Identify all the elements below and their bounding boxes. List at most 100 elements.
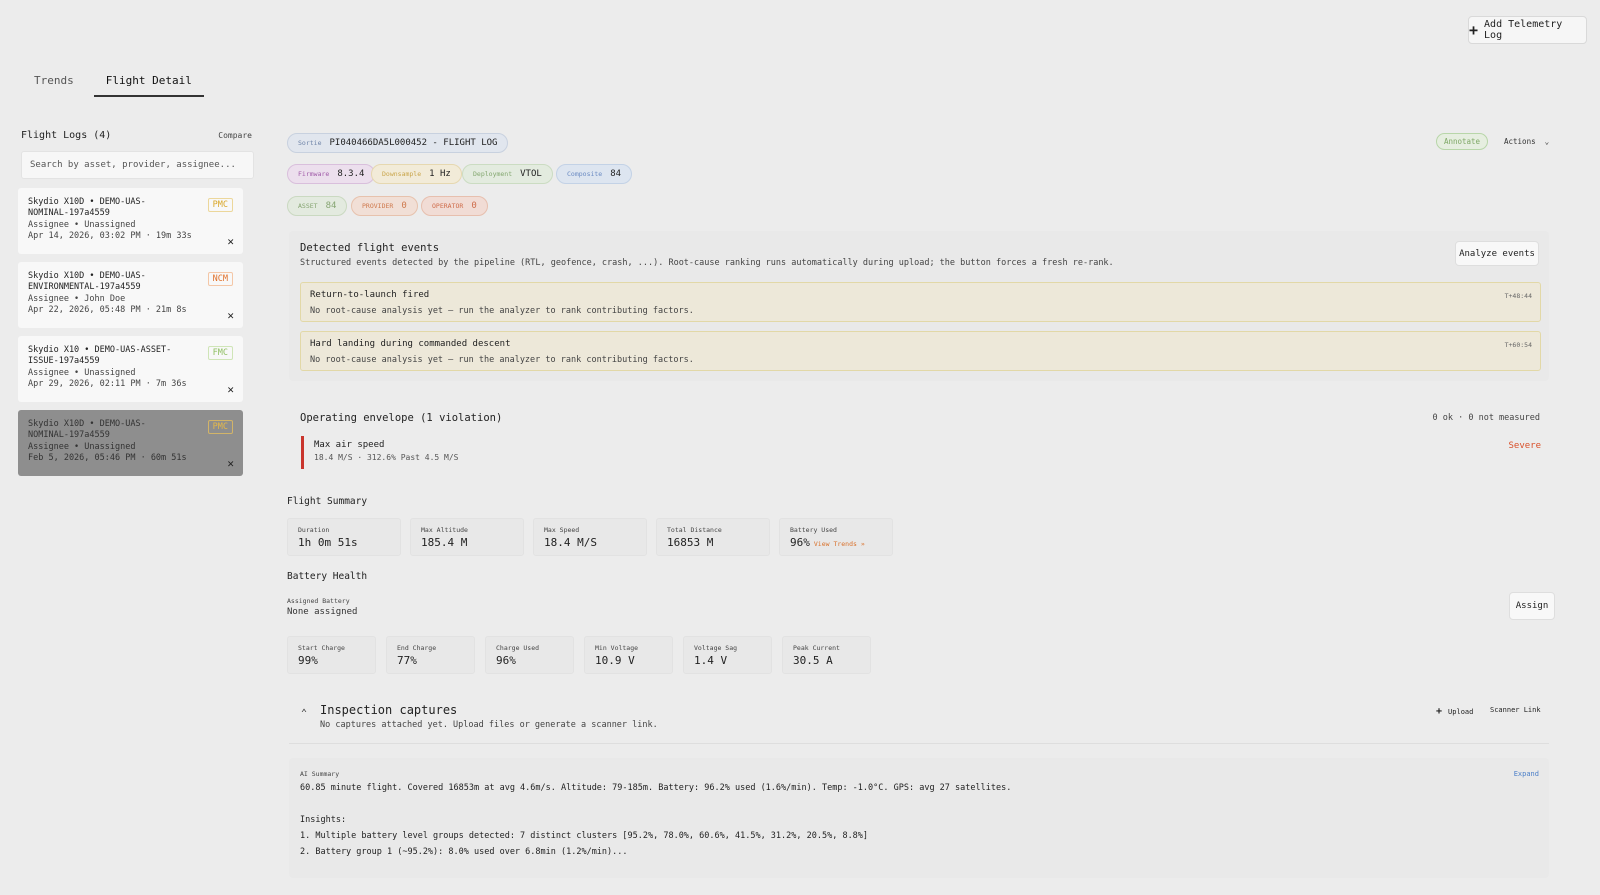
chevron-up-icon[interactable]: ⌃ — [301, 708, 307, 719]
battery-metric-start-charge: Start Charge 99% — [287, 636, 376, 674]
flight-log-card-selected[interactable]: Skydio X10D • DEMO-UAS-NOMINAL-197a4559 … — [18, 410, 243, 476]
upload-label: Upload — [1448, 708, 1474, 716]
inspection-captures-section: ⌃ Inspection captures No captures attach… — [289, 694, 1549, 744]
sortie-chip: Sortie PI040466DA5L000452 - FLIGHT LOG — [287, 133, 509, 153]
battery-metric-peak-current: Peak Current 30.5 A — [782, 636, 871, 674]
close-icon[interactable]: ✕ — [227, 235, 234, 248]
flight-log-card[interactable]: Skydio X10D • DEMO-UAS-NOMINAL-197a4559 … — [18, 188, 243, 254]
compare-button[interactable]: Compare — [218, 131, 252, 140]
violation-detail: 18.4 M/S · 312.6% Past 4.5 M/S — [314, 453, 459, 462]
flight-log-card[interactable]: Skydio X10D • DEMO-UAS-ENVIRONMENTAL-197… — [18, 262, 243, 328]
metric-label: Peak Current — [793, 644, 840, 652]
analyze-events-button[interactable]: Analyze events — [1455, 241, 1539, 266]
metric-value: 30.5 A — [793, 654, 833, 667]
metric-value: 96% — [790, 536, 810, 549]
battery-metric-end-charge: End Charge 77% — [386, 636, 475, 674]
metric-value: 77% — [397, 654, 417, 667]
assigned-battery-value: None assigned — [287, 607, 358, 617]
event-timestamp: T+48:44 — [1504, 292, 1532, 300]
plus-icon: + — [1469, 20, 1479, 39]
event-detail: No root-cause analysis yet — run the ana… — [310, 355, 694, 365]
operator-value: 0 — [471, 201, 477, 211]
ai-summary-panel: AI Summary Expand 60.85 minute flight. C… — [289, 758, 1549, 878]
actions-label: Actions — [1504, 137, 1536, 146]
upload-button[interactable]: + Upload — [1436, 706, 1473, 717]
metric-value: 1.4 V — [694, 654, 728, 667]
plus-icon: + — [1436, 706, 1449, 717]
metric-value: 18.4 M/S — [544, 536, 597, 549]
metric-label: Voltage Sag — [694, 644, 738, 652]
flight-log-list: Skydio X10D • DEMO-UAS-NOMINAL-197a4559 … — [18, 188, 254, 476]
violation-severity: Severe — [1508, 441, 1541, 451]
flight-log-assignee: Assignee • John Doe — [28, 294, 126, 304]
metric-duration: Duration 1h 0m 51s — [287, 518, 401, 556]
insight-item: 2. Battery group 1 (~95.2%): 8.0% used o… — [300, 847, 628, 857]
metric-label: Max Speed — [544, 526, 580, 534]
add-telemetry-log-button[interactable]: + Add Telemetry Log — [1468, 16, 1587, 44]
provider-score-chip: PROVIDER 0 — [351, 196, 418, 216]
firmware-value: 8.3.4 — [337, 169, 365, 179]
metric-value: 96% — [496, 654, 516, 667]
flight-summary-title: Flight Summary — [287, 496, 368, 507]
inspection-description: No captures attached yet. Upload files o… — [320, 720, 658, 730]
event-detail: No root-cause analysis yet — run the ana… — [310, 306, 694, 316]
expand-link[interactable]: Expand — [1514, 770, 1539, 778]
envelope-violation: Max air speed 18.4 M/S · 312.6% Past 4.5… — [301, 436, 1541, 469]
ai-summary-label: AI Summary — [300, 770, 340, 778]
flight-log-card[interactable]: Skydio X10 • DEMO-UAS-ASSET-ISSUE-197a45… — [18, 336, 243, 402]
event-timestamp: T+60:54 — [1504, 341, 1532, 349]
flight-log-assignee: Assignee • Unassigned — [28, 220, 136, 230]
metric-label: Duration — [298, 526, 330, 534]
metric-total-distance: Total Distance 16853 M — [656, 518, 770, 556]
close-icon[interactable]: ✕ — [227, 383, 234, 396]
chevron-down-icon: ⌄ — [1540, 137, 1550, 146]
flight-logs-sidebar: Flight Logs (4) Compare Skydio X10D • DE… — [18, 120, 254, 484]
flight-logs-title: Flight Logs (4) — [21, 129, 112, 141]
composite-chip: Composite 84 — [556, 164, 633, 184]
metric-label: Charge Used — [496, 644, 540, 652]
assign-battery-button[interactable]: Assign — [1509, 592, 1555, 620]
deployment-value: VTOL — [520, 169, 542, 179]
metric-label: Total Distance — [667, 526, 722, 534]
flight-log-title: Skydio X10D • DEMO-UAS-NOMINAL-197a4559 — [28, 419, 146, 440]
envelope-title: Operating envelope (1 violation) — [300, 412, 503, 424]
battery-metric-min-voltage: Min Voltage 10.9 V — [584, 636, 673, 674]
assigned-battery-label: Assigned Battery — [287, 597, 350, 605]
metric-value: 10.9 V — [595, 654, 635, 667]
flight-event-item[interactable]: Return-to-launch fired No root-cause ana… — [300, 282, 1541, 322]
tab-bar: Trends Flight Detail — [22, 70, 204, 97]
firmware-chip: Firmware 8.3.4 — [287, 164, 376, 184]
metric-value: 185.4 M — [421, 536, 468, 549]
composite-value: 84 — [610, 169, 622, 179]
view-trends-link[interactable]: View Trends » — [814, 540, 865, 548]
asset-score-chip: ASSET 84 — [287, 196, 348, 216]
battery-health-title: Battery Health — [287, 571, 368, 582]
metric-label: Start Charge — [298, 644, 345, 652]
flight-log-date: Apr 14, 2026, 03:02 PM · 19m 33s — [28, 231, 192, 241]
sortie-value: PI040466DA5L000452 - FLIGHT LOG — [329, 138, 498, 148]
scanner-link-button[interactable]: Scanner Link — [1490, 706, 1541, 714]
metric-value: 99% — [298, 654, 318, 667]
metric-label: End Charge — [397, 644, 437, 652]
flight-event-item[interactable]: Hard landing during commanded descent No… — [300, 331, 1541, 371]
flight-log-search-input[interactable] — [21, 151, 254, 179]
firmware-label: Firmware — [298, 170, 330, 178]
flight-log-title: Skydio X10 • DEMO-UAS-ASSET-ISSUE-197a45… — [28, 345, 172, 366]
annotate-button[interactable]: Annotate — [1436, 133, 1488, 150]
tab-flight-detail[interactable]: Flight Detail — [93, 70, 204, 97]
flight-log-title: Skydio X10D • DEMO-UAS-NOMINAL-197a4559 — [28, 197, 146, 218]
flight-log-date: Apr 22, 2026, 05:48 PM · 21m 8s — [28, 305, 187, 315]
add-telemetry-log-label: Add Telemetry Log — [1484, 19, 1563, 41]
deployment-label: Deployment — [473, 170, 513, 178]
deployment-chip: Deployment VTOL — [462, 164, 553, 184]
envelope-stats: 0 ok · 0 not measured — [1432, 413, 1540, 423]
operator-score-chip: OPERATOR 0 — [421, 196, 488, 216]
provider-label: PROVIDER — [362, 202, 394, 210]
close-icon[interactable]: ✕ — [227, 309, 234, 322]
tab-trends[interactable]: Trends — [22, 70, 86, 97]
ai-summary-text: 60.85 minute flight. Covered 16853m at a… — [300, 783, 1012, 793]
status-badge: PMC — [207, 420, 233, 434]
actions-dropdown[interactable]: Actions ⌄ — [1504, 137, 1549, 146]
operator-label: OPERATOR — [432, 202, 464, 210]
close-icon[interactable]: ✕ — [227, 457, 234, 470]
